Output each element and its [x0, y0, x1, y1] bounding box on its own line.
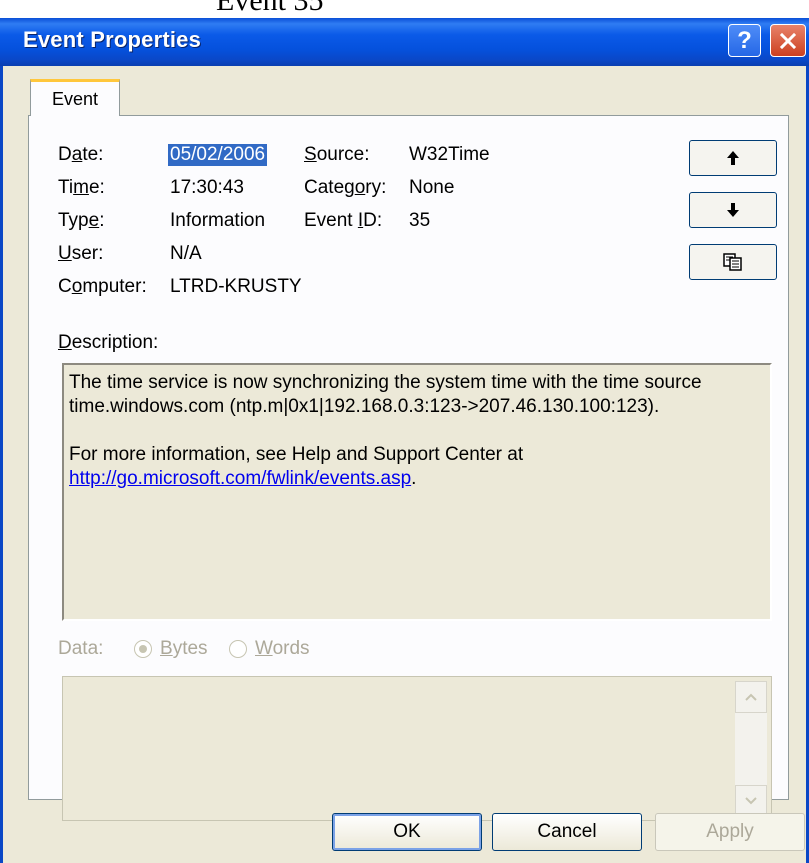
category-label: Category: — [304, 177, 387, 198]
close-icon — [779, 32, 797, 49]
arrow-down-icon — [727, 203, 739, 217]
cancel-label: Cancel — [537, 821, 597, 842]
data-textbox[interactable] — [62, 676, 772, 821]
dialog-body: Event Date: 05/02/2006 Source: W32Time T… — [0, 66, 809, 863]
arrow-up-icon — [727, 151, 739, 165]
event-id-label: Event ID: — [304, 210, 383, 231]
ok-label: OK — [393, 821, 421, 842]
time-label: Time: — [58, 177, 105, 198]
computer-value[interactable]: LTRD-KRUSTY — [170, 276, 302, 298]
description-line: For more information, see Help and Suppo… — [69, 444, 524, 465]
previous-event-button[interactable] — [689, 140, 777, 176]
source-label: Source: — [304, 144, 370, 165]
copy-button[interactable] — [689, 244, 777, 280]
apply-button[interactable]: Apply — [655, 813, 805, 851]
tab-panel: Date: 05/02/2006 Source: W32Time Time: 1… — [28, 115, 789, 821]
help-icon: ? — [737, 26, 752, 54]
user-label: User: — [58, 243, 104, 264]
data-scrollbar[interactable] — [735, 681, 767, 817]
words-label: Words — [255, 638, 310, 659]
description-line: time.windows.com (ntp.m|0x1|192.168.0.3:… — [69, 396, 660, 417]
date-value[interactable]: 05/02/2006 — [168, 144, 268, 166]
tab-event[interactable]: Event — [30, 79, 120, 116]
title-bar[interactable]: Event Properties ? — [0, 18, 809, 66]
time-value[interactable]: 17:30:43 — [170, 177, 244, 199]
cancel-button[interactable]: Cancel — [492, 813, 642, 851]
help-button[interactable]: ? — [728, 24, 761, 57]
user-value[interactable]: N/A — [170, 243, 202, 265]
category-value[interactable]: None — [409, 177, 454, 199]
type-value[interactable]: Information — [170, 210, 265, 232]
tab-label: Event — [51, 88, 99, 109]
help-link[interactable]: http://go.microsoft.com/fwlink/events.as… — [69, 468, 411, 489]
event-id-value[interactable]: 35 — [409, 210, 430, 232]
description-textbox[interactable]: The time service is now synchronizing th… — [62, 363, 772, 621]
scroll-up-button[interactable] — [735, 681, 767, 713]
computer-label: Computer: — [58, 276, 147, 297]
bytes-radio[interactable] — [134, 640, 152, 658]
bytes-label: Bytes — [160, 638, 208, 659]
background-window-title: Event 35 — [216, 0, 324, 17]
chevron-up-icon — [745, 693, 757, 701]
copy-icon — [723, 253, 742, 271]
description-link-line: http://go.microsoft.com/fwlink/events.as… — [69, 467, 764, 491]
link-suffix: . — [411, 468, 417, 489]
description-label: Description: — [58, 332, 159, 353]
words-radio[interactable] — [229, 640, 247, 658]
window-title: Event Properties — [23, 27, 202, 52]
data-label: Data: — [58, 638, 104, 659]
chevron-down-icon — [745, 797, 757, 805]
description-line: The time service is now synchronizing th… — [69, 372, 702, 393]
close-button[interactable] — [770, 24, 806, 57]
type-label: Type: — [58, 210, 105, 231]
description-spacer — [69, 419, 764, 443]
next-event-button[interactable] — [689, 192, 777, 228]
ok-button[interactable]: OK — [332, 813, 482, 851]
date-label: Date: — [58, 144, 104, 165]
source-value[interactable]: W32Time — [409, 144, 490, 166]
apply-label: Apply — [706, 821, 754, 842]
